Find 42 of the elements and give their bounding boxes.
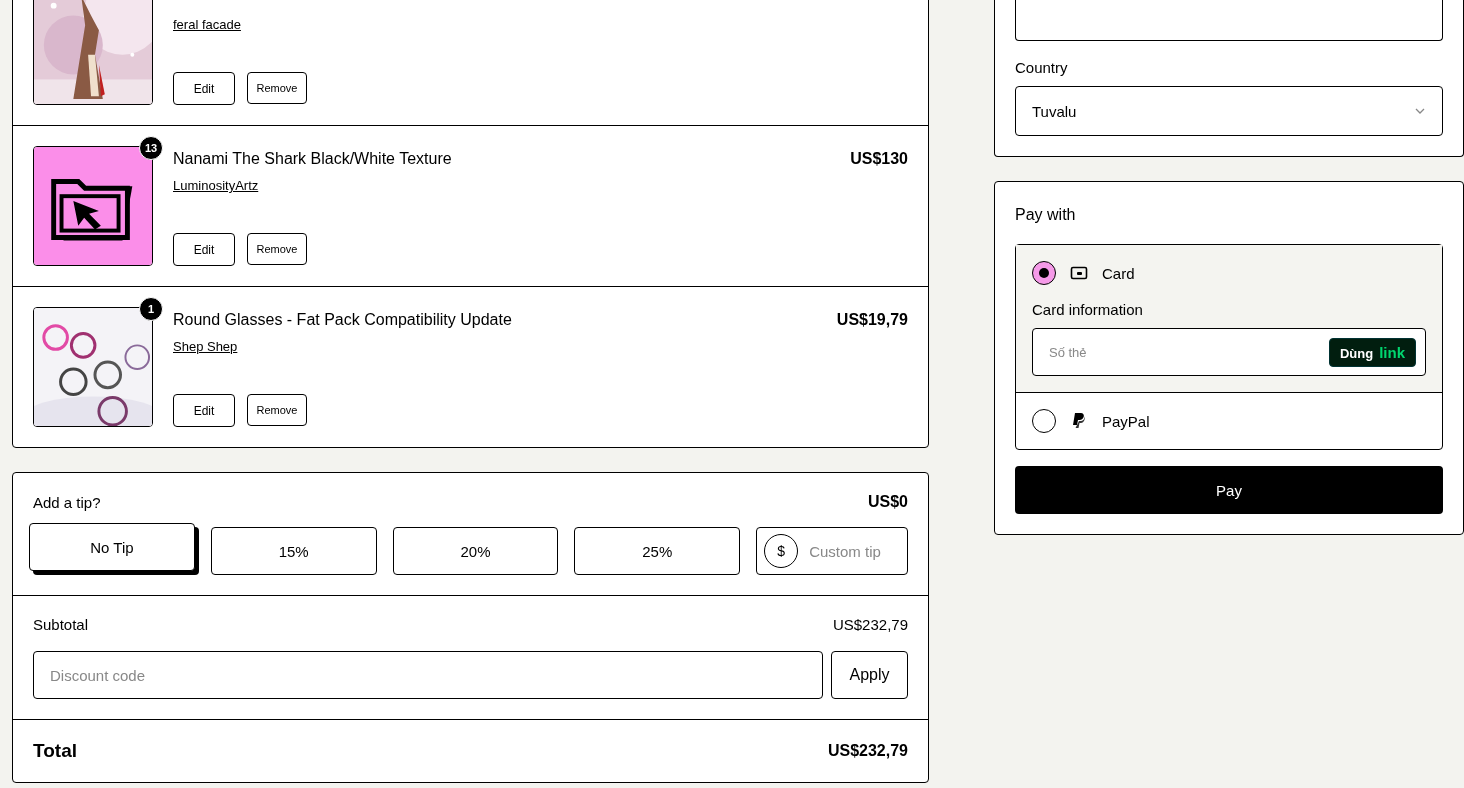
- payment-label: PayPal: [1102, 412, 1150, 430]
- edit-button[interactable]: Edit: [173, 72, 235, 105]
- product-price: US$19,79: [836, 311, 908, 329]
- payment-label: Card: [1102, 264, 1135, 282]
- subtotal-value: US$232,79: [832, 616, 908, 633]
- creator-link[interactable]: feral facade: [173, 17, 241, 32]
- apply-button[interactable]: Apply: [831, 651, 908, 699]
- input-field[interactable]: [1015, 0, 1443, 41]
- payment-option[interactable]: Card Card information Số thẻ Dùng link: [1016, 245, 1442, 392]
- card-icon: [1070, 264, 1088, 282]
- chevron-down-icon: [1414, 107, 1426, 115]
- remove-button[interactable]: Remove: [247, 72, 307, 104]
- paypal-icon: [1070, 412, 1088, 430]
- tip-option[interactable]: 20%: [392, 527, 559, 575]
- edit-button[interactable]: Edit: [173, 233, 235, 266]
- tip-option[interactable]: 15%: [210, 527, 377, 575]
- radio-button[interactable]: [1032, 409, 1056, 433]
- creator-link[interactable]: LuminosityArtz: [173, 178, 259, 193]
- quantity-badge: 1: [139, 297, 163, 321]
- country-label: Country: [1015, 59, 1069, 76]
- radio-button[interactable]: [1032, 261, 1056, 285]
- product-title: Nanami The Shark Black/White Texture: [173, 150, 452, 169]
- country-select[interactable]: Tuvalu: [1015, 86, 1443, 136]
- creator-link[interactable]: Shep Shep: [173, 339, 238, 354]
- link-button[interactable]: Dùng link: [1328, 338, 1416, 367]
- remove-button[interactable]: Remove: [247, 394, 307, 426]
- product-title: Round Glasses - Fat Pack Compatibility Update: [173, 311, 512, 330]
- product-price: US$130: [850, 150, 908, 168]
- quantity-badge: 13: [139, 136, 163, 160]
- tip-label: Add a tip?: [33, 493, 101, 511]
- pay-button[interactable]: Pay: [1015, 466, 1443, 514]
- edit-button[interactable]: Edit: [173, 394, 235, 427]
- total-label: Total: [33, 740, 77, 762]
- subtotal-label: Subtotal: [33, 616, 89, 633]
- total-value: US$232,79: [827, 742, 908, 760]
- pay-with-heading: Pay with: [1015, 206, 1077, 224]
- payment-option[interactable]: PayPal: [1016, 392, 1442, 449]
- tip-option[interactable]: 25%: [574, 527, 741, 575]
- remove-button[interactable]: Remove: [247, 233, 307, 265]
- discount-code-field[interactable]: Discount code: [33, 651, 823, 699]
- tip-amount: US$0: [867, 493, 908, 511]
- card-info-label: Card information: [1032, 301, 1144, 318]
